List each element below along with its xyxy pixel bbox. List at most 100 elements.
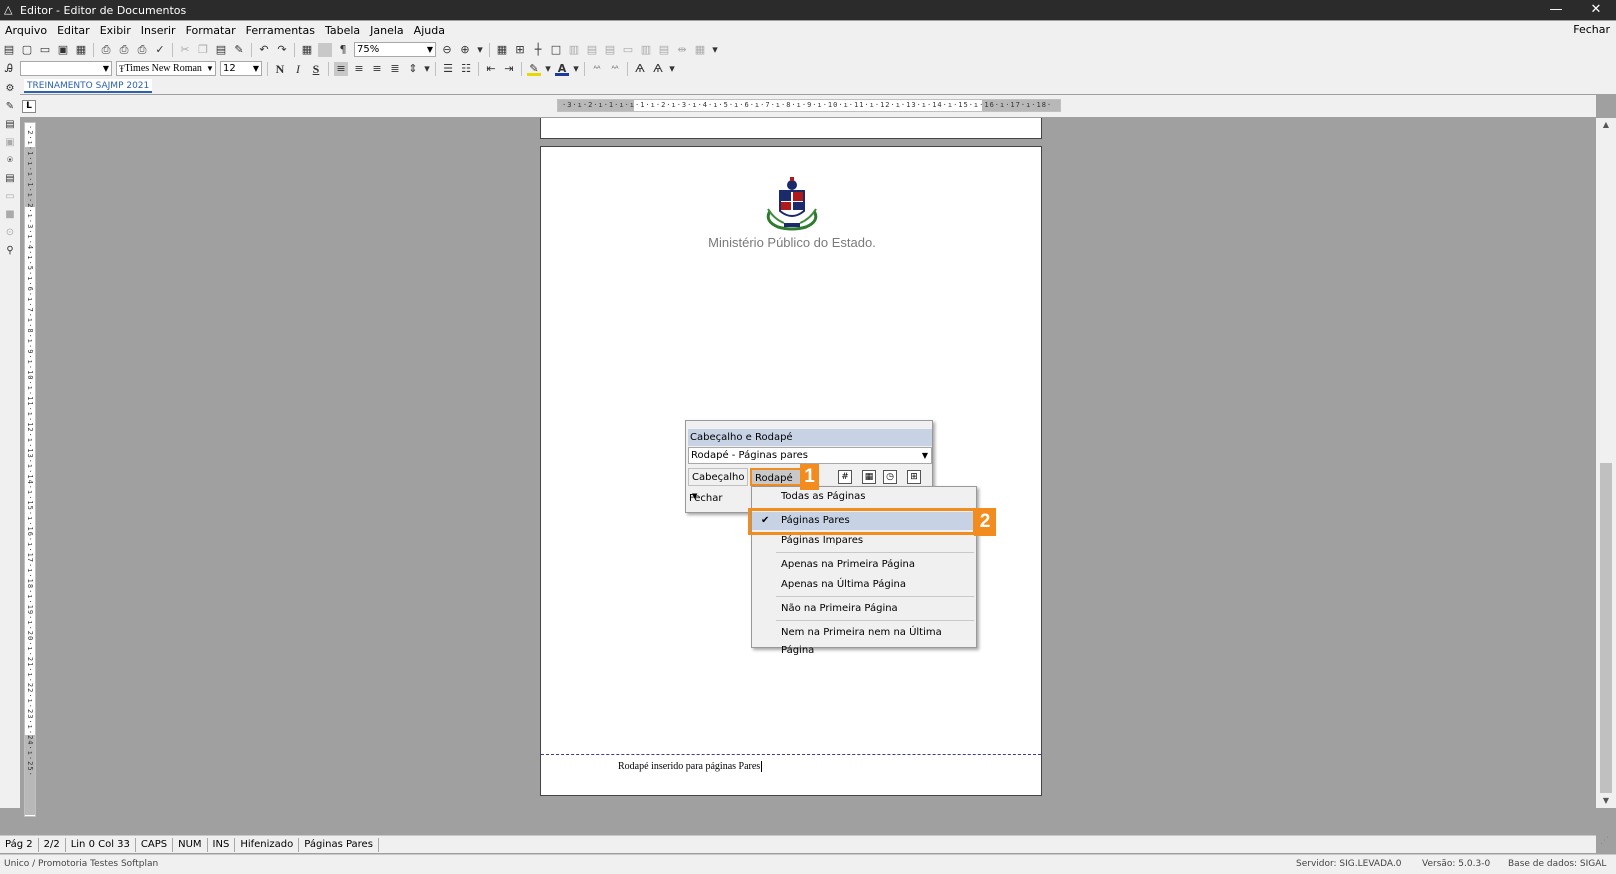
distribute-icon[interactable]: ⇹	[675, 43, 689, 57]
paste-icon[interactable]: ▤	[214, 43, 228, 57]
zoom-out-icon[interactable]: ⊖	[440, 43, 454, 57]
copy-icon[interactable]: ❐	[196, 43, 210, 57]
scroll-up-icon[interactable]: ▲	[1596, 118, 1616, 132]
uppercase-icon[interactable]: ᴬᴬ	[590, 62, 604, 76]
menu-inserir[interactable]: Inserir	[136, 24, 181, 37]
save-icon[interactable]: ▦	[74, 43, 88, 57]
more-chevron-icon[interactable]: ▾	[573, 62, 579, 76]
menu-item-todas[interactable]: Todas as Páginas	[752, 488, 976, 506]
underline-button[interactable]: S	[309, 62, 323, 76]
insert-column-icon[interactable]: ▥	[567, 43, 581, 57]
menu-item-pares[interactable]: ✔ Páginas Pares	[752, 512, 976, 530]
zoom-in-icon[interactable]: ⊕	[458, 43, 472, 57]
resize-grip-icon[interactable]: ⋰	[1600, 836, 1614, 852]
font-size-select[interactable]: 12 ▼	[220, 61, 262, 76]
more-chevron-icon[interactable]: ▾	[476, 43, 484, 57]
line-spacing-icon[interactable]: ⇕	[406, 62, 420, 76]
zoom-select[interactable]: 75% ▼	[354, 42, 436, 57]
scroll-thumb[interactable]	[1600, 463, 1612, 793]
page-number-icon[interactable]: #	[838, 470, 852, 484]
header-footer-select[interactable]: Rodapé - Páginas pares ▼	[688, 447, 932, 464]
date-icon[interactable]: ▦	[862, 470, 876, 484]
align-center-icon[interactable]: ≡	[352, 62, 366, 76]
font-color-icon[interactable]: A	[555, 62, 569, 76]
style-icon[interactable]: Ꭿ	[2, 62, 16, 76]
redo-icon[interactable]: ↷	[275, 43, 289, 57]
horizontal-ruler[interactable]: ·3·ı·2·ı·1·ı·ı·1·ı·2·ı·3·ı·4·ı·5·ı·6·ı·7…	[557, 99, 1061, 112]
menu-arquivo[interactable]: Arquivo	[0, 24, 52, 37]
shading-icon[interactable]	[318, 42, 332, 57]
page-settings-icon[interactable]: ▣	[3, 136, 17, 150]
header-dropdown-button[interactable]: Cabeçalho ▼	[688, 468, 748, 500]
table-icon[interactable]: ▦	[300, 43, 314, 57]
disabled-tool-icon[interactable]: ⊙	[3, 226, 17, 240]
time-icon[interactable]: ◷	[883, 470, 897, 484]
footer-text[interactable]: Rodapé inserido para páginas Pares	[618, 761, 763, 773]
footer-dropdown-button[interactable]: Rodapé ▼	[750, 468, 802, 501]
disabled-tool-icon[interactable]: ■	[3, 208, 17, 222]
table-props-icon[interactable]: ▦	[693, 43, 707, 57]
justify-icon[interactable]: ≣	[388, 62, 402, 76]
document-icon[interactable]: ▤	[3, 172, 17, 186]
menu-item-ultima[interactable]: Apenas na Última Página	[752, 576, 976, 594]
format-painter-icon[interactable]: ✎	[232, 43, 246, 57]
print-preview-icon[interactable]: ⎙	[117, 43, 131, 57]
page-footer-area[interactable]: Rodapé inserido para páginas Pares	[541, 754, 1041, 795]
menu-exibir[interactable]: Exibir	[95, 24, 136, 37]
more-chevron-icon[interactable]: ▾	[711, 43, 719, 57]
lowercase-icon[interactable]: ᴬᴬ	[608, 62, 622, 76]
style-select[interactable]: ▼	[20, 61, 112, 76]
menu-item-nao-primeira[interactable]: Não na Primeira Página	[752, 600, 976, 618]
merge-cells-icon[interactable]: ▭	[621, 43, 635, 57]
minimize-button[interactable]: —	[1536, 0, 1576, 20]
print-icon[interactable]: ⎙	[99, 43, 113, 57]
stamp-icon[interactable]: ⍟	[3, 154, 17, 168]
close-window-button[interactable]: ✕	[1576, 0, 1616, 20]
undo-icon[interactable]: ↶	[257, 43, 271, 57]
table-grid-icon[interactable]: ▦	[495, 43, 509, 57]
header-footer-icon[interactable]: ▤	[3, 118, 17, 132]
menu-tabela[interactable]: Tabela	[320, 24, 365, 37]
bullet-list-icon[interactable]: ☰	[441, 62, 455, 76]
paint-icon[interactable]: ⚲	[3, 244, 17, 258]
menu-item-impares[interactable]: Páginas Ímpares	[752, 532, 976, 550]
previous-page-bottom[interactable]	[540, 118, 1042, 139]
tab-treinamento[interactable]: TREINAMENTO SAJMP 2021	[24, 79, 153, 93]
bold-button[interactable]: N	[273, 62, 287, 76]
save-as-icon[interactable]: ▣	[56, 43, 70, 57]
pilcrow-icon[interactable]: ¶	[336, 43, 350, 57]
insert-row-icon[interactable]: ▤	[585, 43, 599, 57]
highlight-icon[interactable]: ✎	[527, 62, 541, 76]
vertical-ruler[interactable]: ·2·ı·1·ı·ı·1·ı·2·ı·3·ı·4·ı·5·ı·6·ı·7·ı·8…	[24, 122, 36, 817]
table-outer-icon[interactable]: □	[549, 43, 563, 57]
table-inner-icon[interactable]: ┼	[531, 43, 545, 57]
vertical-scrollbar[interactable]: ▲ ▼	[1596, 118, 1616, 808]
spellcheck-icon[interactable]: ✓	[153, 43, 167, 57]
header-footer-options-icon[interactable]: ⊞	[907, 470, 921, 484]
fields-menu-icon[interactable]: Ѧ	[651, 62, 665, 76]
cut-icon[interactable]: ✂	[178, 43, 192, 57]
print-setup-icon[interactable]: ⎙	[135, 43, 149, 57]
align-left-icon[interactable]: ≡	[334, 61, 348, 76]
new-from-model-icon[interactable]: ▤	[2, 43, 16, 57]
delete-row-icon[interactable]: ▤	[603, 43, 617, 57]
menu-editar[interactable]: Editar	[52, 24, 95, 37]
font-name-select[interactable]: Ŧ Times New Roman ▼	[116, 61, 216, 76]
menu-janela[interactable]: Janela	[365, 24, 409, 37]
more-chevron-icon[interactable]: ▾	[424, 62, 430, 76]
menu-ajuda[interactable]: Ajuda	[409, 24, 450, 37]
menu-ferramentas[interactable]: Ferramentas	[241, 24, 320, 37]
scroll-down-icon[interactable]: ▼	[1596, 794, 1616, 808]
more-chevron-icon[interactable]: ▾	[545, 62, 551, 76]
more-chevron-icon[interactable]: ▾	[669, 62, 675, 76]
fechar-menu[interactable]: Fechar	[1573, 23, 1610, 36]
table-borders-icon[interactable]: ⊞	[513, 43, 527, 57]
fields-icon[interactable]: Ѧ	[633, 62, 647, 76]
numbered-list-icon[interactable]: ☷	[459, 62, 473, 76]
close-panel-button[interactable]: Fechar	[689, 493, 722, 504]
disabled-tool-icon[interactable]: ▭	[3, 190, 17, 204]
tab-stop-selector[interactable]: L	[22, 100, 36, 113]
tool-icon[interactable]: ⚙	[3, 82, 17, 96]
menu-item-primeira[interactable]: Apenas na Primeira Página	[752, 556, 976, 574]
indent-icon[interactable]: ⇥	[502, 62, 516, 76]
